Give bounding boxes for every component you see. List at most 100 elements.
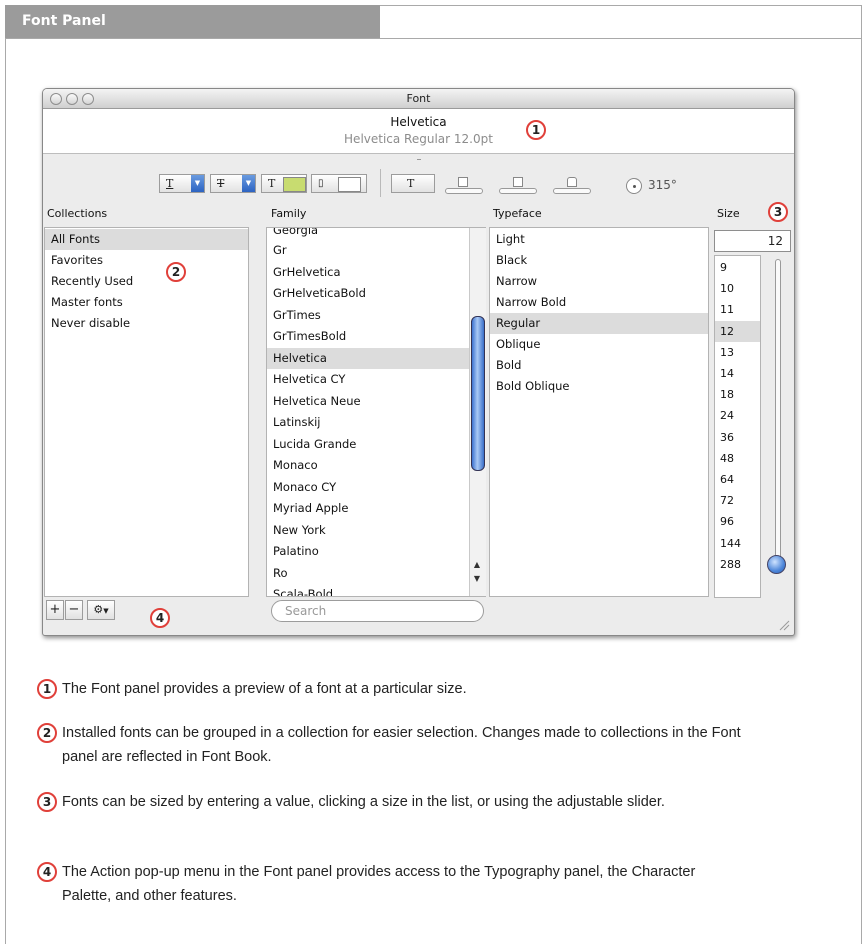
- list-item[interactable]: Regular: [490, 313, 708, 334]
- note-marker-4: 4: [37, 862, 57, 882]
- note-marker-2: 2: [37, 723, 57, 743]
- chevron-down-icon: ▼: [103, 607, 109, 615]
- section-header: Font Panel: [5, 5, 380, 38]
- list-item[interactable]: 36: [715, 427, 760, 448]
- remove-collection-button[interactable]: −: [65, 600, 83, 620]
- window-title: Font: [406, 92, 431, 105]
- action-menu-button[interactable]: ⚙▼: [87, 600, 115, 620]
- slider-thumb[interactable]: [458, 177, 468, 187]
- note-text-2: Installed fonts can be grouped in a coll…: [62, 725, 741, 765]
- note-marker-3: 3: [37, 792, 57, 812]
- text-color-swatch: [283, 177, 306, 192]
- search-input[interactable]: Search: [271, 600, 484, 622]
- list-item[interactable]: Myriad Apple: [267, 498, 470, 519]
- list-item[interactable]: Scala-Bold: [267, 584, 470, 596]
- gear-icon: ⚙: [93, 603, 104, 616]
- list-item[interactable]: GrTimesBold: [267, 326, 470, 347]
- family-list[interactable]: Georgia Gr GrHelvetica GrHelveticaBold G…: [266, 227, 486, 597]
- list-item[interactable]: Ro: [267, 563, 470, 584]
- list-item[interactable]: All Fonts: [45, 229, 248, 250]
- list-item[interactable]: Monaco: [267, 455, 470, 476]
- list-item[interactable]: 96: [715, 511, 760, 532]
- list-item[interactable]: 10: [715, 278, 760, 299]
- list-item[interactable]: 14: [715, 363, 760, 384]
- list-item[interactable]: 144: [715, 533, 760, 554]
- list-item[interactable]: New York: [267, 520, 470, 541]
- scroll-up-arrow-icon[interactable]: ▲: [471, 559, 483, 571]
- list-item[interactable]: 288: [715, 554, 760, 575]
- strikethrough-icon: T: [217, 177, 225, 190]
- strikethrough-button[interactable]: T ▼: [210, 174, 256, 193]
- underline-button[interactable]: T ▼: [159, 174, 205, 193]
- list-item[interactable]: Never disable: [45, 313, 248, 334]
- text-shadow-button[interactable]: T: [391, 174, 435, 193]
- typeface-header: Typeface: [493, 207, 542, 220]
- list-item[interactable]: 12: [715, 320, 760, 342]
- slider-track: [553, 188, 591, 194]
- list-item[interactable]: Palatino: [267, 541, 470, 562]
- list-item[interactable]: 11: [715, 299, 760, 320]
- scrollbar-thumb[interactable]: [471, 316, 485, 471]
- list-item[interactable]: Lucida Grande: [267, 434, 470, 455]
- document-color-button[interactable]: ▯: [311, 174, 367, 193]
- list-item[interactable]: Bold: [490, 355, 708, 376]
- list-item[interactable]: Monaco CY: [267, 477, 470, 498]
- shadow-icon: T: [407, 177, 415, 190]
- list-item[interactable]: Recently Used: [45, 271, 248, 292]
- typeface-list[interactable]: Light Black Narrow Narrow Bold Regular O…: [489, 227, 709, 597]
- list-item[interactable]: GrHelvetica: [267, 262, 470, 283]
- list-item[interactable]: 64: [715, 469, 760, 490]
- text-color-button[interactable]: T: [261, 174, 307, 193]
- list-item[interactable]: Black: [490, 250, 708, 271]
- preview-font-name: Helvetica: [390, 115, 447, 129]
- list-item[interactable]: 48: [715, 448, 760, 469]
- list-item[interactable]: 72: [715, 490, 760, 511]
- list-item[interactable]: Master fonts: [45, 292, 248, 313]
- size-slider-track[interactable]: [775, 259, 781, 567]
- note-text-4: The Action pop-up menu in the Font panel…: [62, 864, 696, 904]
- list-item[interactable]: 24: [715, 405, 760, 426]
- size-list[interactable]: 9 10 11 12 13 14 18 24 36 48 64 72 96 14…: [714, 255, 761, 598]
- family-header: Family: [271, 207, 307, 220]
- add-collection-button[interactable]: +: [46, 600, 64, 620]
- list-item[interactable]: Helvetica Neue: [267, 391, 470, 412]
- resize-grip-icon[interactable]: [778, 619, 790, 631]
- slider-thumb[interactable]: [567, 177, 577, 187]
- collections-list[interactable]: All Fonts Favorites Recently Used Master…: [44, 227, 249, 597]
- header-divider: [5, 38, 861, 39]
- list-item[interactable]: Favorites: [45, 250, 248, 271]
- callout-1: 1: [526, 120, 546, 140]
- font-preview: Helvetica Helvetica Regular 12.0pt: [43, 109, 794, 154]
- slider-track: [499, 188, 537, 194]
- list-item[interactable]: Narrow Bold: [490, 292, 708, 313]
- text-color-icon: T: [268, 177, 276, 190]
- list-item[interactable]: GrTimes: [267, 305, 470, 326]
- scroll-down-arrow-icon[interactable]: ▼: [471, 573, 483, 585]
- list-item[interactable]: Georgia: [267, 228, 470, 241]
- list-item[interactable]: Bold Oblique: [490, 376, 708, 397]
- shadow-angle-dial[interactable]: [626, 178, 642, 194]
- underline-icon: T: [166, 177, 174, 190]
- list-item[interactable]: 13: [715, 342, 760, 363]
- list-item[interactable]: Helvetica CY: [267, 369, 470, 390]
- list-item[interactable]: Latinskij: [267, 412, 470, 433]
- chevron-down-icon: ▼: [242, 175, 255, 192]
- size-slider-knob[interactable]: [767, 555, 786, 574]
- callout-3: 3: [768, 202, 788, 222]
- size-header: Size: [717, 207, 740, 220]
- list-item[interactable]: Oblique: [490, 334, 708, 355]
- list-item[interactable]: Helvetica: [267, 347, 470, 369]
- note-marker-1: 1: [37, 679, 57, 699]
- toolbar-divider: [380, 169, 381, 197]
- list-item[interactable]: GrHelveticaBold: [267, 283, 470, 304]
- title-bar[interactable]: Font: [43, 89, 794, 109]
- collections-header: Collections: [47, 207, 108, 220]
- list-item[interactable]: 9: [715, 257, 760, 278]
- preview-grip-handle[interactable]: [417, 159, 421, 163]
- slider-thumb[interactable]: [513, 177, 523, 187]
- list-item[interactable]: Light: [490, 229, 708, 250]
- list-item[interactable]: Gr: [267, 240, 470, 261]
- size-input[interactable]: 12: [714, 230, 791, 252]
- list-item[interactable]: 18: [715, 384, 760, 405]
- list-item[interactable]: Narrow: [490, 271, 708, 292]
